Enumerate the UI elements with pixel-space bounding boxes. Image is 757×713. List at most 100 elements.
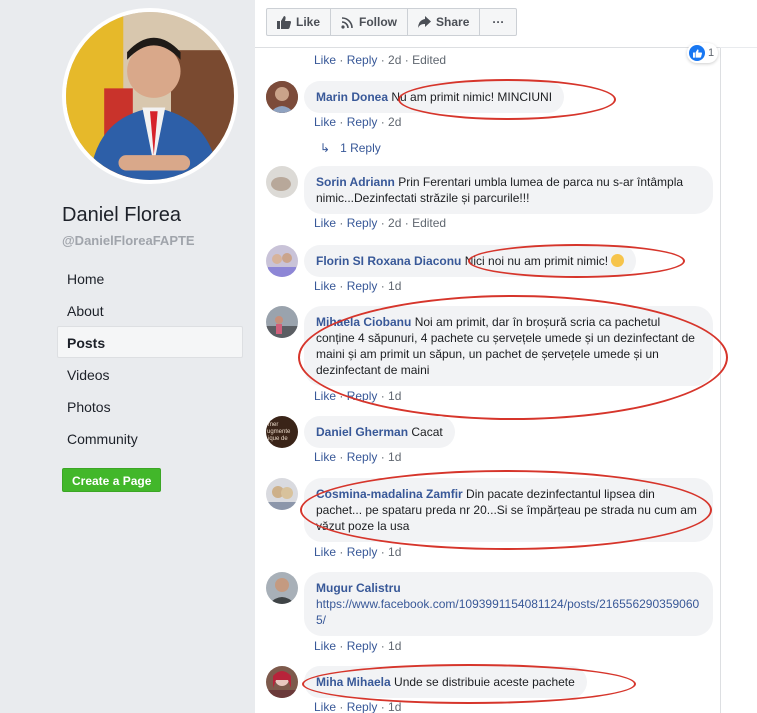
- profile-photo-image: [66, 12, 234, 180]
- comment-author[interactable]: Mugur Calistru: [316, 580, 701, 596]
- nav-item-community[interactable]: Community: [57, 422, 243, 454]
- rss-follow-icon: [341, 16, 353, 29]
- comment-reply-link[interactable]: Reply: [347, 545, 378, 559]
- comment-bubble: Daniel Gherman Cacat: [304, 416, 455, 448]
- svg-text:ique de: ique de: [268, 436, 288, 442]
- svg-text:mer: mer: [268, 422, 278, 428]
- page-handle: @DanielFloreaFAPTE: [62, 233, 195, 248]
- comment-time[interactable]: 1d: [388, 389, 401, 403]
- comment-reply-link[interactable]: Reply: [347, 639, 378, 653]
- more-icon: ···: [492, 15, 505, 29]
- comment-like-link[interactable]: Like: [314, 639, 336, 653]
- comment-author[interactable]: Sorin Adriann: [316, 175, 395, 189]
- comment-reply-link[interactable]: Reply: [347, 279, 378, 293]
- comment-time[interactable]: 1d: [388, 450, 401, 464]
- avatar[interactable]: [266, 166, 298, 198]
- comment-reply-link[interactable]: Reply: [347, 216, 378, 230]
- reaction-count[interactable]: 1: [687, 43, 719, 63]
- comment-like-link[interactable]: Like: [314, 700, 336, 713]
- comment-bubble: Florin SI Roxana Diaconu Nici noi nu am …: [304, 245, 637, 277]
- nav-item-posts[interactable]: Posts: [57, 326, 243, 358]
- comment-text: Cacat: [411, 425, 443, 439]
- avatar[interactable]: [266, 572, 298, 604]
- like-label: Like: [296, 15, 321, 29]
- comment-author[interactable]: Miha Mihaela: [316, 675, 391, 689]
- nav-item-about[interactable]: About: [57, 294, 243, 326]
- comment-text: Unde se distribuie aceste pachete: [394, 675, 575, 689]
- like-reaction-icon: [689, 45, 705, 61]
- comment-bubble: Marin Donea Nu am primit nimic! MINCIUNI: [304, 81, 565, 113]
- comment-author[interactable]: Daniel Gherman: [316, 425, 408, 439]
- comment-bubble: Miha Mihaela Unde se distribuie aceste p…: [304, 666, 587, 698]
- comment-bubble: Cosmina-madalina Zamfir Din pacate dezin…: [304, 478, 713, 542]
- comment-meta: Like · Reply · 2d · Edited: [314, 216, 447, 230]
- comment-text: Nici noi nu am primit nimic!: [464, 254, 609, 268]
- comment-meta: Like · Reply · 2d: [314, 115, 402, 129]
- more-options-button[interactable]: ···: [480, 9, 516, 35]
- like-page-button[interactable]: Like: [267, 9, 332, 35]
- comment-reply-link[interactable]: Reply: [347, 53, 378, 67]
- reaction-number: 1: [708, 47, 715, 59]
- comment-edited: Edited: [412, 53, 447, 67]
- profile-picture[interactable]: [62, 8, 238, 184]
- share-button[interactable]: Share: [408, 9, 481, 35]
- comment-bubble: Mihaela Ciobanu Noi am primit, dar în br…: [304, 306, 713, 386]
- avatar[interactable]: [266, 306, 298, 338]
- page-name: Daniel Florea: [62, 204, 181, 226]
- avatar[interactable]: [266, 81, 298, 113]
- comment-reply-link[interactable]: Reply: [347, 115, 378, 129]
- scrollbar[interactable]: [720, 48, 757, 713]
- comment-like-link[interactable]: Like: [314, 115, 336, 129]
- avatar[interactable]: [266, 245, 298, 277]
- comment-bubble: Sorin Adriann Prin Ferentari umbla lumea…: [304, 166, 713, 214]
- comment-time[interactable]: 2d: [388, 115, 401, 129]
- view-replies-link[interactable]: ↳ 1 Reply: [320, 141, 381, 155]
- nav-item-home[interactable]: Home: [57, 262, 243, 294]
- comment-meta: Like · Reply · 1d: [314, 639, 402, 653]
- comment-author[interactable]: Cosmina-madalina Zamfir: [316, 487, 463, 501]
- comment-meta: Like · Reply · 1d: [314, 389, 402, 403]
- comment-like-link[interactable]: Like: [314, 216, 336, 230]
- page-sidebar: Daniel Florea @DanielFloreaFAPTE Home Ab…: [0, 0, 255, 713]
- page-actions: Like Follow Share ···: [266, 8, 518, 36]
- comment-time[interactable]: 2d: [388, 216, 401, 230]
- thumbs-up-icon: [277, 15, 291, 29]
- reply-arrow-icon: ↳: [320, 141, 331, 155]
- comment-bubble: Mugur Calistru https://www.facebook.com/…: [304, 572, 713, 636]
- follow-label: Follow: [359, 15, 398, 29]
- avatar[interactable]: mer ugmente ique de: [266, 416, 298, 448]
- comment-time[interactable]: 2d: [388, 53, 401, 67]
- comment-meta: Like · Reply · 1d: [314, 700, 402, 713]
- comment-time[interactable]: 1d: [388, 700, 401, 713]
- comment-meta: Like · Reply · 1d: [314, 545, 402, 559]
- page-nav: Home About Posts Videos Photos Community: [57, 262, 243, 454]
- comment-reply-link[interactable]: Reply: [347, 700, 378, 713]
- comment-author[interactable]: Marin Donea: [316, 90, 388, 104]
- comment-like-link[interactable]: Like: [314, 53, 336, 67]
- create-page-button[interactable]: Create a Page: [62, 468, 162, 492]
- comment-reply-link[interactable]: Reply: [347, 450, 378, 464]
- comment-time[interactable]: 1d: [388, 545, 401, 559]
- avatar[interactable]: [266, 666, 298, 698]
- comment-meta: Like · Reply · 1d: [314, 450, 402, 464]
- comment-like-link[interactable]: Like: [314, 545, 336, 559]
- comment-reply-link[interactable]: Reply: [347, 389, 378, 403]
- divider: [255, 47, 720, 48]
- comment-edited: Edited: [412, 216, 447, 230]
- comment-meta: Like · Reply · 2d · Edited: [314, 53, 447, 67]
- comment-link[interactable]: https://www.facebook.com/109399115408112…: [316, 596, 701, 628]
- nav-item-photos[interactable]: Photos: [57, 390, 243, 422]
- comment-time[interactable]: 1d: [388, 279, 401, 293]
- comment-like-link[interactable]: Like: [314, 450, 336, 464]
- replies-count: 1 Reply: [340, 141, 381, 155]
- comment-like-link[interactable]: Like: [314, 389, 336, 403]
- comment-meta: Like · Reply · 1d: [314, 279, 402, 293]
- comment-time[interactable]: 1d: [388, 639, 401, 653]
- nav-item-videos[interactable]: Videos: [57, 358, 243, 390]
- avatar[interactable]: [266, 478, 298, 510]
- follow-button[interactable]: Follow: [331, 9, 409, 35]
- comment-like-link[interactable]: Like: [314, 279, 336, 293]
- comment-author[interactable]: Florin SI Roxana Diaconu: [316, 254, 461, 268]
- comment-text: Nu am primit nimic! MINCIUNI: [391, 90, 553, 104]
- comment-author[interactable]: Mihaela Ciobanu: [316, 315, 411, 329]
